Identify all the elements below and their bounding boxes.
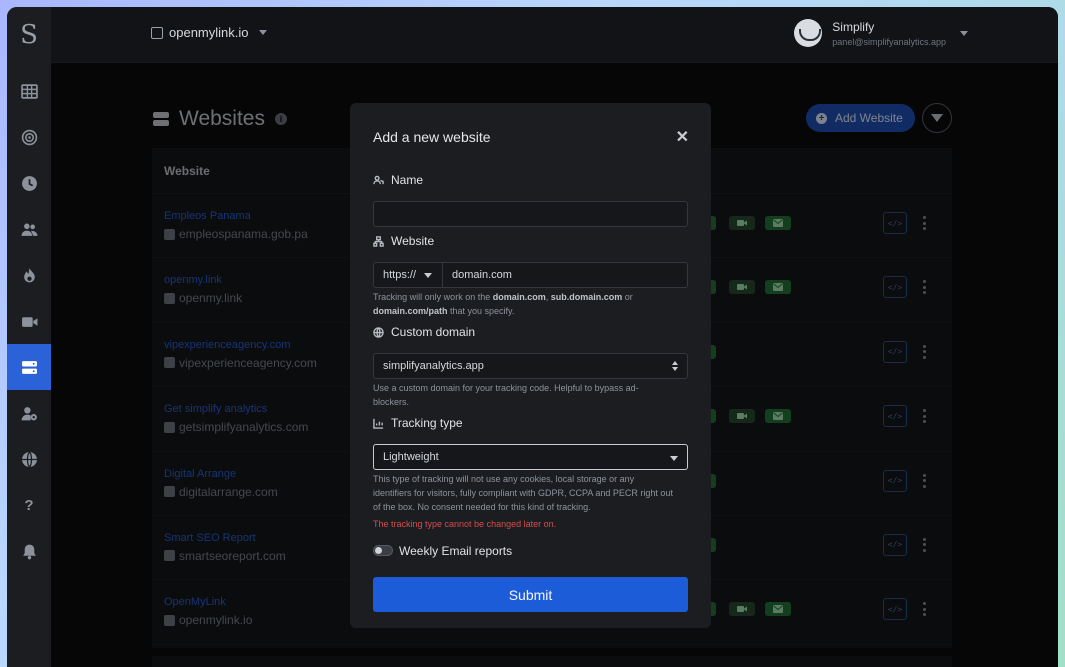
custom-domain-label: Custom domain	[373, 325, 475, 339]
video-icon	[21, 316, 37, 327]
fire-icon	[23, 267, 35, 282]
sidebar: S ?	[7, 7, 51, 667]
sidebar-item-goals[interactable]	[7, 114, 51, 160]
selected-domain: openmylink.io	[169, 25, 249, 40]
weekly-email-toggle[interactable]	[373, 545, 393, 556]
user-settings-icon	[21, 406, 37, 420]
modal-title: Add a new website	[373, 129, 491, 145]
domain-input[interactable]: domain.com	[442, 262, 688, 288]
add-website-modal: Add a new website ✕ Name Website https:/…	[350, 103, 711, 628]
protocol-value: https://	[383, 269, 417, 281]
sidebar-item-websites[interactable]	[7, 344, 51, 390]
custom-domain-help: Use a custom domain for your tracking co…	[373, 383, 639, 407]
submit-button[interactable]: Submit	[373, 577, 688, 612]
chevron-down-icon	[670, 456, 678, 461]
website-selector[interactable]: openmylink.io	[151, 25, 267, 40]
chevron-down-icon	[960, 31, 968, 36]
name-input[interactable]	[373, 201, 688, 227]
protocol-select[interactable]: https://	[373, 262, 443, 288]
website-help-text: Tracking will only work on the domain.co…	[373, 292, 633, 316]
sidebar-item-realtime[interactable]	[7, 160, 51, 206]
sidebar-item-recordings[interactable]	[7, 298, 51, 344]
weekly-email-label: Weekly Email reports	[399, 544, 513, 558]
sidebar-item-notifications[interactable]	[7, 528, 51, 574]
tracking-type-help: This type of tracking will not use any c…	[373, 474, 673, 512]
clock-icon	[21, 175, 37, 191]
domain-placeholder: domain.com	[452, 269, 512, 281]
chevron-down-icon	[424, 272, 433, 278]
favicon-icon	[151, 26, 163, 39]
target-icon	[21, 129, 37, 145]
user-menu[interactable]: Simplify panel@simplifyanalytics.app	[794, 19, 968, 47]
custom-domain-value: simplifyanalytics.app	[383, 360, 484, 372]
sidebar-item-team[interactable]	[7, 390, 51, 436]
app-window: S ? openmylink.io Simplify panel@simplif…	[7, 7, 1058, 667]
website-label: Website	[373, 234, 434, 248]
app-logo[interactable]: S	[7, 7, 51, 63]
sort-arrows-icon	[672, 361, 678, 371]
sidebar-item-help[interactable]: ?	[7, 482, 51, 528]
tracking-type-value: Lightweight	[383, 451, 439, 463]
top-bar: openmylink.io Simplify panel@simplifyana…	[51, 7, 1058, 63]
help-icon: ?	[24, 496, 34, 514]
avatar	[794, 19, 823, 47]
tracking-type-label-text: Tracking type	[391, 416, 463, 430]
website-label-text: Website	[391, 234, 435, 248]
tracking-type-label: Tracking type	[373, 416, 463, 430]
custom-domain-label-text: Custom domain	[391, 325, 476, 339]
globe-icon	[21, 451, 37, 467]
server-icon	[21, 360, 37, 374]
name-label: Name	[373, 173, 423, 187]
user-icon	[373, 175, 384, 184]
sidebar-item-dashboard[interactable]	[7, 68, 51, 114]
sidebar-item-visitors[interactable]	[7, 206, 51, 252]
sidebar-item-heatmaps[interactable]	[7, 252, 51, 298]
user-name: Simplify	[832, 19, 875, 34]
chart-icon	[373, 418, 384, 429]
bell-icon	[22, 544, 36, 559]
globe-icon	[373, 326, 384, 338]
close-icon[interactable]: ✕	[676, 127, 689, 147]
user-email: panel@simplifyanalytics.app	[832, 36, 946, 47]
sitemap-icon	[373, 235, 384, 247]
name-label-text: Name	[391, 173, 424, 187]
tracking-type-warning: The tracking type cannot be changed late…	[373, 519, 557, 529]
grid-icon	[20, 83, 38, 99]
sidebar-item-domains[interactable]	[7, 436, 51, 482]
tracking-type-select[interactable]: Lightweight	[373, 444, 688, 470]
chevron-down-icon	[258, 30, 267, 35]
custom-domain-select[interactable]: simplifyanalytics.app	[373, 353, 688, 379]
users-icon	[21, 223, 37, 236]
